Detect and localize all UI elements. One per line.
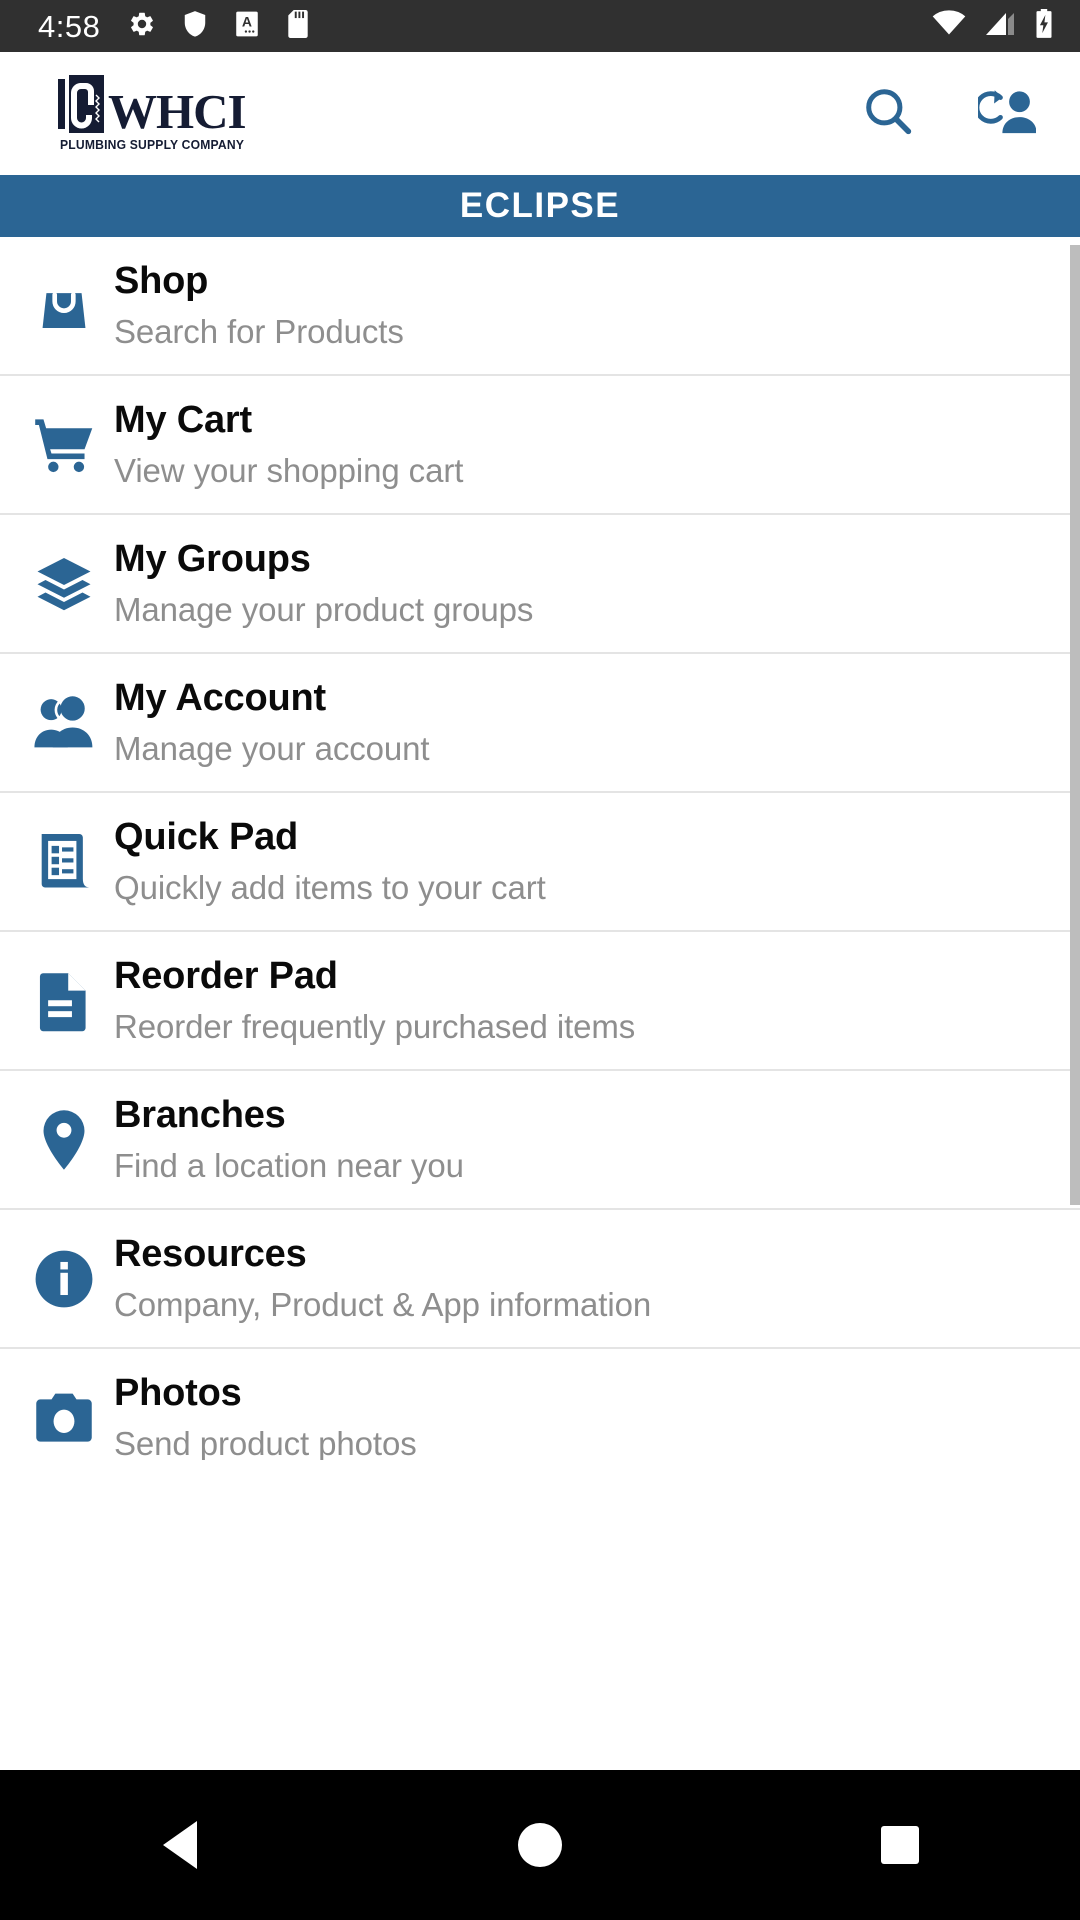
info-circle-icon — [22, 1237, 106, 1321]
scrollbar-thumb[interactable] — [1070, 245, 1080, 1205]
menu-item-title: Shop — [114, 259, 209, 302]
nav-recents-button[interactable] — [800, 1770, 1000, 1920]
svg-text:A: A — [242, 13, 252, 29]
pipe-trap-logo-icon — [58, 75, 104, 133]
sd-card-icon — [286, 9, 310, 43]
menu-item-text: My Account Manage your account — [114, 676, 430, 769]
home-circle-icon — [518, 1823, 562, 1867]
menu-item-title: Quick Pad — [114, 815, 299, 858]
logo-tagline: PLUMBING SUPPLY COMPANY — [60, 138, 245, 152]
menu-item-text: Resources Company, Product & App informa… — [114, 1232, 651, 1325]
menu-item-text: Shop Search for Products — [114, 259, 404, 352]
nav-home-button[interactable] — [440, 1770, 640, 1920]
menu-item-my-account[interactable]: My Account Manage your account — [0, 654, 1080, 793]
battery-charging-icon — [1034, 8, 1054, 44]
menu-item-subtitle: Quickly add items to your cart — [114, 868, 546, 906]
menu-item-title: My Groups — [114, 537, 311, 580]
menu-item-text: My Groups Manage your product groups — [114, 537, 533, 630]
menu-item-text: Reorder Pad Reorder frequently purchased… — [114, 954, 635, 1047]
menu-item-subtitle: Manage your product groups — [114, 590, 534, 628]
gear-icon — [128, 10, 156, 43]
menu-item-quick-pad[interactable]: Quick Pad Quickly add items to your cart — [0, 793, 1080, 932]
text-document-icon: A — [234, 10, 260, 43]
document-icon — [22, 959, 106, 1043]
back-triangle-icon — [163, 1821, 197, 1869]
menu-item-resources[interactable]: Resources Company, Product & App informa… — [0, 1210, 1080, 1349]
menu-item-text: My Cart View your shopping cart — [114, 398, 463, 491]
cellular-signal-icon — [984, 10, 1016, 43]
map-pin-icon — [22, 1098, 106, 1182]
menu-item-subtitle: Send product photos — [114, 1424, 417, 1460]
menu-item-title: Reorder Pad — [114, 954, 338, 997]
menu-item-reorder-pad[interactable]: Reorder Pad Reorder frequently purchased… — [0, 932, 1080, 1071]
android-navigation-bar — [0, 1770, 1080, 1920]
search-icon — [862, 85, 914, 142]
menu-item-text: Photos Send product photos — [114, 1371, 417, 1460]
menu-item-title: My Cart — [114, 398, 252, 441]
status-bar-right-icons — [932, 8, 1054, 44]
menu-item-photos[interactable]: Photos Send product photos — [0, 1349, 1080, 1460]
status-bar-clock: 4:58 — [38, 8, 101, 44]
switch-user-icon — [974, 86, 1037, 141]
app-header: WHCI PLUMBING SUPPLY COMPANY — [0, 52, 1080, 175]
shopping-bag-icon — [22, 264, 106, 348]
menu-item-subtitle: View your shopping cart — [114, 451, 464, 489]
status-bar: 4:58 A — [0, 0, 1080, 52]
whci-logo[interactable]: WHCI PLUMBING SUPPLY COMPANY — [58, 75, 250, 152]
menu-item-subtitle: Company, Product & App information — [114, 1285, 652, 1323]
wifi-icon — [932, 9, 966, 43]
menu-item-shop[interactable]: Shop Search for Products — [0, 237, 1080, 376]
menu-item-title: Branches — [114, 1093, 286, 1136]
menu-item-text: Branches Find a location near you — [114, 1093, 464, 1186]
status-bar-left-icons: A — [128, 9, 310, 43]
menu-item-title: My Account — [114, 676, 326, 719]
layers-icon — [22, 542, 106, 626]
menu-item-subtitle: Find a location near you — [114, 1146, 464, 1184]
menu-item-text: Quick Pad Quickly add items to your cart — [114, 815, 546, 908]
eclipse-banner: ECLIPSE — [0, 175, 1080, 237]
menu-item-branches[interactable]: Branches Find a location near you — [0, 1071, 1080, 1210]
menu-item-subtitle: Search for Products — [114, 312, 404, 350]
logo-wordmark: WHCI — [108, 83, 247, 139]
list-pad-icon — [22, 820, 106, 904]
people-icon — [22, 681, 106, 765]
main-menu-list[interactable]: Shop Search for Products My Cart View yo… — [0, 237, 1080, 1460]
shield-icon — [182, 10, 208, 43]
app-screen: 4:58 A WHCI PLUMBING SUPPLY COMPANY ECLI… — [0, 0, 1080, 1920]
menu-item-my-groups[interactable]: My Groups Manage your product groups — [0, 515, 1080, 654]
search-button[interactable] — [862, 85, 914, 142]
shopping-cart-icon — [22, 403, 106, 487]
menu-item-subtitle: Manage your account — [114, 729, 430, 767]
eclipse-banner-title: ECLIPSE — [459, 186, 621, 225]
menu-item-title: Resources — [114, 1232, 307, 1275]
nav-back-button[interactable] — [80, 1770, 280, 1920]
menu-item-my-cart[interactable]: My Cart View your shopping cart — [0, 376, 1080, 515]
menu-item-subtitle: Reorder frequently purchased items — [114, 1007, 636, 1045]
menu-item-title: Photos — [114, 1371, 242, 1414]
list-scrollbar[interactable] — [1070, 237, 1080, 1460]
recents-square-icon — [881, 1826, 919, 1864]
camera-icon — [22, 1376, 106, 1460]
switch-user-button[interactable] — [974, 86, 1037, 141]
logo-row: WHCI — [58, 75, 247, 139]
app-header-actions — [862, 85, 1037, 142]
